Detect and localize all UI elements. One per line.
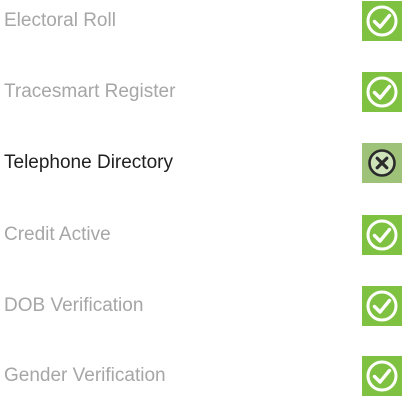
cross-circle-icon [362,143,402,183]
verification-check-list: Electoral Roll Tracesmart Register Telep… [0,0,404,398]
check-label: Telephone Directory [4,152,173,173]
check-circle-icon [362,1,402,41]
check-label: Tracesmart Register [4,81,176,102]
check-label: Gender Verification [4,365,166,386]
check-row-telephone-directory: Telephone Directory [0,143,404,183]
check-label: Credit Active [4,224,111,245]
check-circle-icon [362,72,402,112]
check-row-tracesmart-register: Tracesmart Register [0,72,404,112]
check-row-credit-active: Credit Active [0,215,404,255]
check-circle-icon [362,286,402,326]
check-row-electoral-roll: Electoral Roll [0,1,404,41]
check-row-dob-verification: DOB Verification [0,286,404,326]
check-row-gender-verification: Gender Verification [0,356,404,396]
check-label: Electoral Roll [4,10,116,31]
check-circle-icon [362,356,402,396]
check-circle-icon [362,215,402,255]
check-label: DOB Verification [4,295,144,316]
